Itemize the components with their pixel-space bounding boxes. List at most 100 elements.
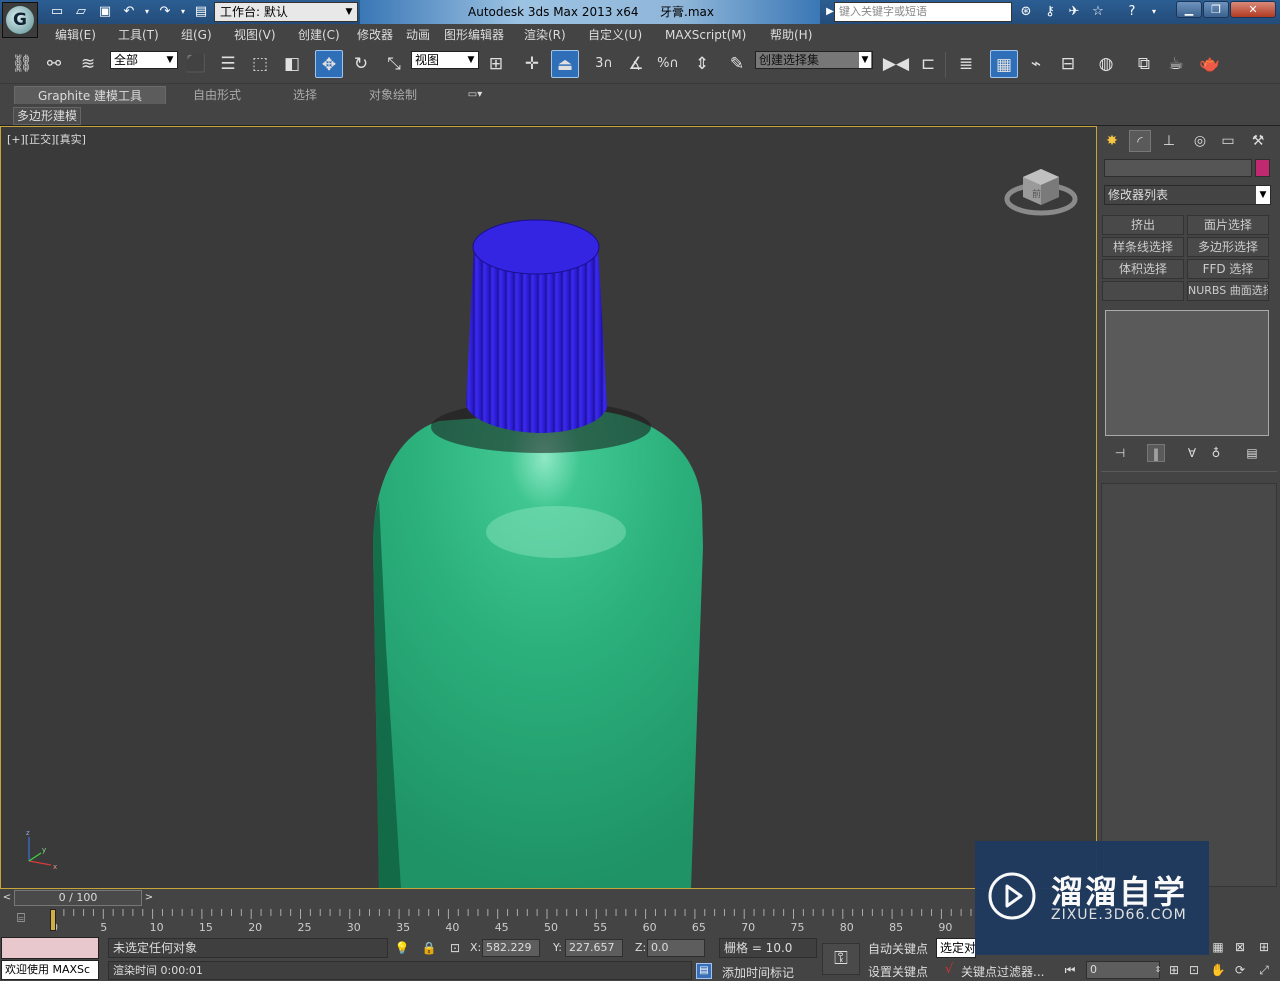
select-rotate-icon[interactable]: ↻	[347, 50, 375, 78]
graphite-toggle-icon[interactable]: ▦	[990, 50, 1018, 78]
patch-select-button[interactable]: 面片选择	[1187, 215, 1269, 235]
mini-curve-editor-icon[interactable]: ⌸	[10, 911, 32, 931]
timeline-ruler[interactable]: 051015202530354045505560657075808590	[40, 907, 975, 935]
menu-graph-editors[interactable]: 图形编辑器	[444, 26, 504, 44]
select-move-icon[interactable]: ✥	[315, 50, 343, 78]
polygon-modeling-panel[interactable]: 多边形建模	[13, 107, 82, 125]
welcome-text[interactable]: 欢迎使用 MAXSc	[1, 960, 99, 980]
key-filter-curve-icon[interactable]: √	[940, 962, 958, 980]
keyboard-shortcut-override-icon[interactable]: ⏏	[551, 50, 579, 78]
menu-tools[interactable]: 工具(T)	[118, 26, 159, 44]
set-key-icon[interactable]: ⚿	[822, 943, 860, 975]
configure-modifier-sets-icon[interactable]: ▤	[1243, 444, 1261, 462]
minimize-button[interactable]: ▁	[1176, 1, 1202, 18]
absolute-mode-icon[interactable]: ⊡	[447, 940, 463, 956]
undo-dropdown-icon[interactable]: ▾	[138, 3, 156, 21]
redo-icon[interactable]: ↷	[156, 3, 174, 21]
workspace-dropdown[interactable]: 工作台: 默认 ▼	[214, 2, 358, 22]
menu-group[interactable]: 组(G)	[181, 26, 212, 44]
isolate-selection-icon[interactable]: 💡	[394, 940, 410, 956]
menu-views[interactable]: 视图(V)	[234, 26, 276, 44]
utilities-tab-icon[interactable]: ⚒	[1247, 130, 1269, 152]
render-production-icon[interactable]: 🫖	[1196, 50, 1224, 78]
open-file-icon[interactable]: ▱	[72, 3, 90, 21]
new-file-icon[interactable]: ▭	[48, 3, 66, 21]
edit-named-selection-icon[interactable]: ✎	[723, 50, 751, 78]
selection-filter-dropdown[interactable]: 全部 ▼	[110, 51, 178, 69]
empty-modifier-button[interactable]	[1102, 281, 1184, 301]
pivot-center-icon[interactable]: ⊞	[482, 50, 510, 78]
y-coordinate-field[interactable]: 227.657	[565, 939, 623, 957]
search-input[interactable]: 键入关键字或短语	[834, 2, 1012, 22]
select-by-name-icon[interactable]: ☰	[214, 50, 242, 78]
nurbs-surface-select-button[interactable]: NURBS 曲面选择	[1187, 281, 1269, 301]
field-of-view-icon[interactable]: ⊡	[1186, 962, 1202, 978]
binoculars-icon[interactable]: ⊛	[1016, 3, 1036, 21]
align-icon[interactable]: ⊏	[914, 50, 942, 78]
menu-animation[interactable]: 动画	[406, 26, 430, 44]
viewport[interactable]: [+][正交][真实] 前 z x y	[0, 126, 1097, 889]
zoom-icon[interactable]: ▦	[1210, 939, 1226, 955]
percent-snap-icon[interactable]: %∩	[654, 50, 682, 78]
toothpaste-cap[interactable]	[466, 219, 607, 433]
link-icon[interactable]: ⛓	[8, 50, 36, 78]
selection-lock-icon[interactable]: 🔒	[421, 940, 437, 956]
current-frame-marker[interactable]	[50, 909, 56, 931]
pan-view-icon[interactable]: ✋	[1210, 962, 1226, 978]
create-tab-icon[interactable]: ✸	[1101, 130, 1123, 152]
favorite-star-icon[interactable]: ☆	[1088, 3, 1108, 21]
snaps-toggle-icon[interactable]: 3∩	[590, 50, 618, 78]
key-filters-button[interactable]: 关键点过滤器...	[961, 963, 1044, 980]
material-editor-icon[interactable]: ◍	[1092, 50, 1120, 78]
select-scale-icon[interactable]: ⤡	[380, 50, 408, 78]
object-name-field[interactable]	[1104, 159, 1252, 177]
app-menu-button[interactable]: G	[2, 2, 38, 38]
schematic-view-icon[interactable]: ⊟	[1054, 50, 1082, 78]
mirror-icon[interactable]: ▶◀	[882, 50, 910, 78]
toothpaste-tube[interactable]	[373, 401, 703, 889]
make-unique-icon[interactable]: ∀	[1183, 444, 1201, 462]
help-dropdown-icon[interactable]: ▾	[1144, 3, 1164, 21]
curve-editor-icon[interactable]: ⌁	[1022, 50, 1050, 78]
z-coordinate-field[interactable]: 0.0	[647, 939, 705, 957]
display-tab-icon[interactable]: ▭	[1217, 130, 1239, 152]
bind-space-warp-icon[interactable]: ≋	[74, 50, 102, 78]
spline-select-button[interactable]: 样条线选择	[1102, 237, 1184, 257]
select-manipulate-icon[interactable]: ✛	[518, 50, 546, 78]
frame-spinner-icon[interactable]: ⇕	[1150, 962, 1166, 978]
tab-object-paint[interactable]: 对象绘制	[356, 86, 430, 104]
remove-modifier-icon[interactable]: ♁	[1207, 444, 1225, 462]
star-satellite-icon[interactable]: ✈	[1064, 3, 1084, 21]
named-selection-set-dropdown[interactable]: 创建选择集 ▼	[755, 51, 873, 69]
maxscript-listener-mini[interactable]	[1, 937, 99, 959]
unlink-icon[interactable]: ⚯	[40, 50, 68, 78]
key-selection-dropdown[interactable]: 选定对	[936, 938, 976, 958]
angle-snap-icon[interactable]: ∡	[622, 50, 650, 78]
maximize-button[interactable]: ❐	[1203, 1, 1229, 18]
menu-edit[interactable]: 编辑(E)	[55, 26, 96, 44]
modifier-stack[interactable]	[1105, 310, 1269, 436]
hierarchy-tab-icon[interactable]: ⊥	[1158, 130, 1180, 152]
rendered-frame-window-icon[interactable]: ☕	[1162, 50, 1190, 78]
layer-manager-icon[interactable]: ≣	[952, 50, 980, 78]
viewcube-icon[interactable]: 前	[1001, 157, 1081, 217]
auto-key-button[interactable]: 自动关键点	[868, 940, 928, 957]
save-icon[interactable]: ▣	[96, 3, 114, 21]
ribbon-options-icon[interactable]: ▭▾	[462, 86, 488, 104]
tab-graphite-modeling[interactable]: Graphite 建模工具	[14, 86, 166, 104]
menu-customize[interactable]: 自定义(U)	[588, 26, 642, 44]
current-frame-field[interactable]: 0	[1086, 961, 1160, 979]
help-icon[interactable]: ?	[1122, 3, 1142, 21]
motion-tab-icon[interactable]: ◎	[1189, 130, 1211, 152]
viewport-label[interactable]: [+][正交][真实]	[7, 131, 86, 147]
previous-frame-icon[interactable]: <	[0, 890, 14, 906]
menu-create[interactable]: 创建(C)	[298, 26, 340, 44]
extrude-button[interactable]: 挤出	[1102, 215, 1184, 235]
show-end-result-icon[interactable]: ‖	[1147, 444, 1165, 462]
undo-icon[interactable]: ↶	[120, 3, 138, 21]
set-key-button[interactable]: 设置关键点	[868, 963, 928, 980]
zoom-all-icon[interactable]: ⊠	[1232, 939, 1248, 955]
volume-select-button[interactable]: 体积选择	[1102, 259, 1184, 279]
modifier-list-dropdown[interactable]: 修改器列表 ▼	[1104, 185, 1271, 205]
time-slider-handle[interactable]: 0 / 100	[14, 890, 142, 906]
